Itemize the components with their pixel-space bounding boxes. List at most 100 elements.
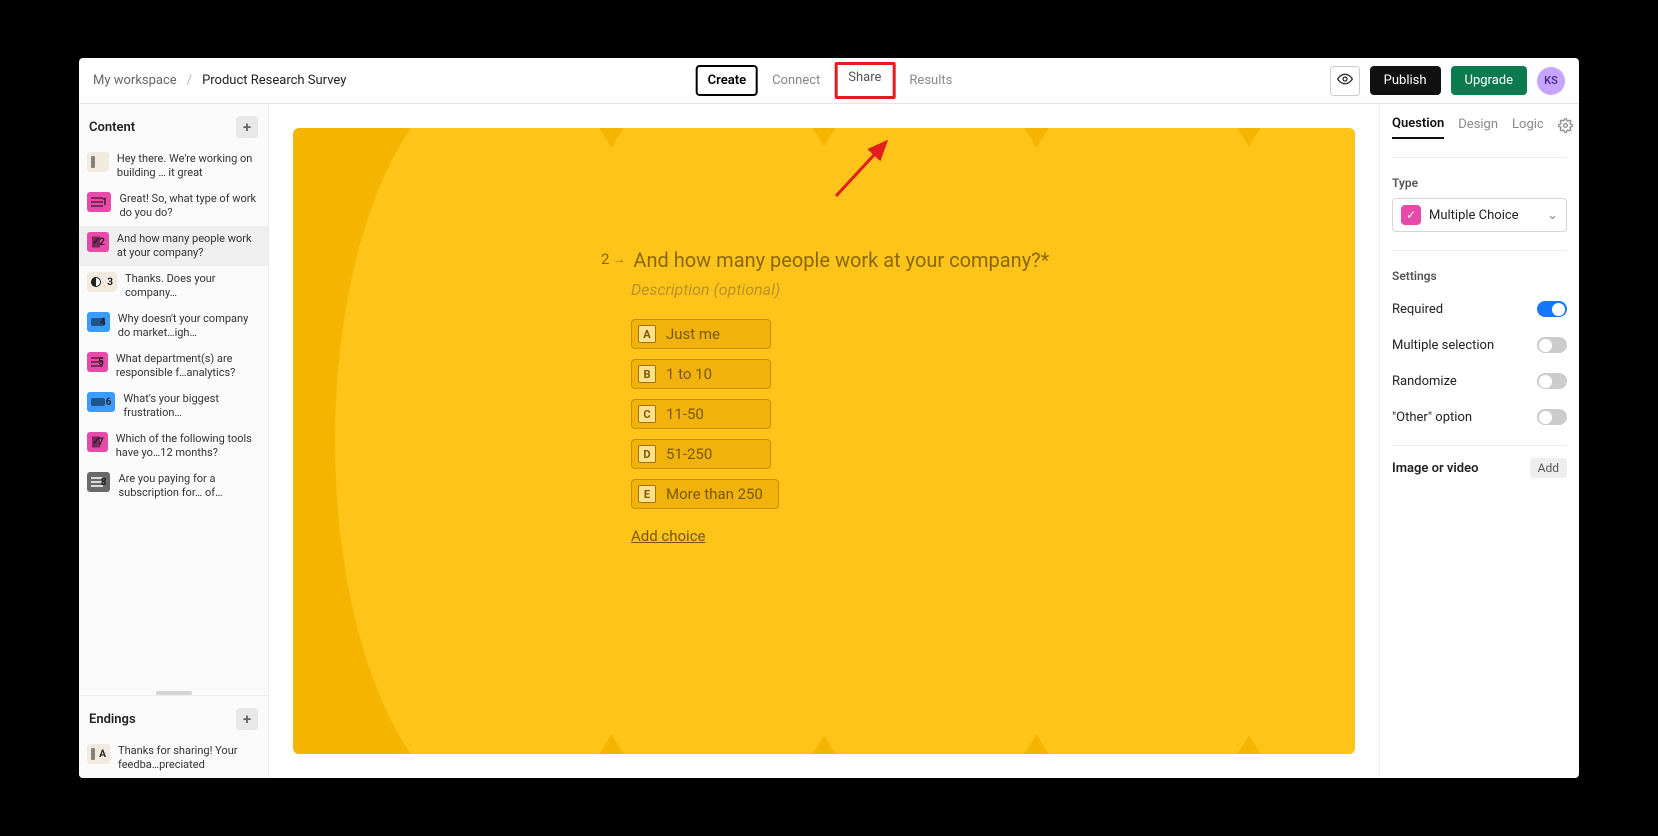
sidebar-item[interactable]: 3 Thanks. Does your company…: [79, 266, 268, 306]
sidebar-item-label: Thanks for sharing! Your feedba…preciate…: [118, 744, 260, 772]
sidebar-endings-label: Endings: [89, 712, 136, 727]
tab-results[interactable]: Results: [899, 67, 962, 94]
tab-create[interactable]: Create: [696, 65, 758, 96]
top-bar: My workspace / Product Research Survey C…: [79, 58, 1579, 104]
setting-required: Required: [1392, 291, 1567, 327]
toggle-required[interactable]: [1537, 301, 1567, 317]
top-right: Publish Upgrade KS: [1330, 66, 1565, 96]
sidebar-item-label: And how many people work at your company…: [117, 232, 260, 260]
choice-item[interactable]: B 1 to 10: [631, 359, 771, 389]
sidebar-item-label: Hey there. We're working on building … i…: [117, 152, 260, 180]
yes-no-icon: 3: [87, 272, 117, 292]
choice-item[interactable]: E More than 250: [631, 479, 779, 509]
arrow-right-icon: →: [613, 252, 625, 266]
main-tabs: Create Connect Share Results: [696, 62, 963, 99]
form-canvas: 2 → And how many people work at your com…: [293, 128, 1355, 754]
rtab-design[interactable]: Design: [1458, 117, 1498, 138]
welcome-screen-icon: [87, 152, 109, 172]
choice-item[interactable]: A Just me: [631, 319, 771, 349]
right-panel: Question Design Logic Type ✓ Multiple Ch…: [1379, 104, 1579, 778]
add-media-button[interactable]: Add: [1530, 458, 1567, 478]
choice-label: Just me: [666, 325, 720, 343]
sidebar-item-label: Great! So, what type of work do you do?: [119, 192, 260, 220]
multiple-choice-icon: 2: [87, 232, 109, 252]
breadcrumb: My workspace / Product Research Survey: [93, 73, 346, 88]
sidebar-item[interactable]: 8 Are you paying for a subscription for……: [79, 466, 268, 506]
gear-icon[interactable]: [1558, 118, 1573, 137]
choice-item[interactable]: D 51-250: [631, 439, 771, 469]
choice-key: A: [638, 325, 656, 343]
choice-label: 11-50: [666, 405, 704, 423]
question-title-input[interactable]: And how many people work at your company…: [633, 248, 1049, 272]
sidebar-item[interactable]: 2 And how many people work at your compa…: [79, 226, 268, 266]
sidebar-item-label: What's your biggest frustration…: [123, 392, 260, 420]
settings-section-label: Settings: [1392, 269, 1567, 283]
sidebar-item-label: Which of the following tools have yo…12 …: [116, 432, 260, 460]
sidebar-ending-item[interactable]: A Thanks for sharing! Your feedba…precia…: [79, 738, 268, 778]
setting-randomize: Randomize: [1392, 363, 1567, 399]
sidebar-item[interactable]: 1 Great! So, what type of work do you do…: [79, 186, 268, 226]
add-ending-button[interactable]: +: [236, 708, 258, 730]
sidebar-item-label: Thanks. Does your company…: [125, 272, 260, 300]
sidebar-item[interactable]: 5 What department(s) are responsible f…a…: [79, 346, 268, 386]
multiple-choice-icon: 7: [87, 432, 108, 452]
add-choice-button[interactable]: Add choice: [631, 527, 1049, 545]
setting-other: "Other" option: [1392, 399, 1567, 435]
media-label: Image or video: [1392, 461, 1478, 476]
rtab-question[interactable]: Question: [1392, 116, 1444, 139]
choice-label: 1 to 10: [666, 365, 712, 383]
chevron-down-icon: ⌄: [1547, 208, 1558, 223]
question-description-input[interactable]: Description (optional): [631, 280, 1049, 299]
breadcrumb-workspace[interactable]: My workspace: [93, 73, 177, 88]
main-layout: Content + Hey there. We're working on bu…: [79, 104, 1579, 778]
media-section: Image or video Add: [1392, 458, 1567, 478]
choice-key: B: [638, 365, 656, 383]
setting-multiple: Multiple selection: [1392, 327, 1567, 363]
sidebar-item[interactable]: Hey there. We're working on building … i…: [79, 146, 268, 186]
choice-key: E: [638, 485, 656, 503]
toggle-other-option[interactable]: [1537, 409, 1567, 425]
sidebar-item[interactable]: 6 What's your biggest frustration…: [79, 386, 268, 426]
toggle-multiple-selection[interactable]: [1537, 337, 1567, 353]
add-question-button[interactable]: +: [236, 116, 258, 138]
breadcrumb-current[interactable]: Product Research Survey: [202, 73, 346, 88]
sidebar-endings: Endings + A Thanks for sharing! Your fee…: [79, 695, 268, 778]
choice-label: 51-250: [666, 445, 712, 463]
statement-icon: 8: [87, 472, 110, 492]
question-number: 2 →: [601, 250, 625, 268]
sidebar-content-header: Content +: [79, 104, 268, 146]
sidebar-item[interactable]: 4 Why doesn't your company do market…igh…: [79, 306, 268, 346]
choice-key: D: [638, 445, 656, 463]
choices-list: A Just me B 1 to 10 C 11-50 D: [631, 319, 1049, 509]
sidebar: Content + Hey there. We're working on bu…: [79, 104, 269, 778]
preview-button[interactable]: [1330, 66, 1360, 96]
long-text-icon: 4: [87, 312, 110, 332]
ending-icon: A: [87, 744, 110, 764]
sidebar-item-label: Are you paying for a subscription for… o…: [118, 472, 260, 500]
rtab-logic[interactable]: Logic: [1512, 117, 1544, 138]
sidebar-endings-header: Endings +: [79, 696, 268, 738]
multiple-choice-icon: 1: [87, 192, 111, 212]
tab-share[interactable]: Share: [834, 62, 895, 99]
check-icon: ✓: [1401, 205, 1421, 225]
long-text-icon: 6: [87, 392, 115, 412]
sidebar-content-label: Content: [89, 120, 135, 135]
choice-label: More than 250: [666, 485, 763, 503]
question-type-select[interactable]: ✓ Multiple Choice ⌄: [1392, 198, 1567, 232]
type-section-label: Type: [1392, 176, 1567, 190]
publish-button[interactable]: Publish: [1370, 66, 1441, 95]
breadcrumb-sep: /: [187, 73, 192, 88]
question-block: 2 → And how many people work at your com…: [601, 248, 1049, 545]
choice-item[interactable]: C 11-50: [631, 399, 771, 429]
sidebar-list: Hey there. We're working on building … i…: [79, 146, 268, 687]
choice-key: C: [638, 405, 656, 423]
toggle-randomize[interactable]: [1537, 373, 1567, 389]
multiple-choice-icon: 5: [87, 352, 108, 372]
sidebar-item[interactable]: 7 Which of the following tools have yo…1…: [79, 426, 268, 466]
eye-icon: [1337, 71, 1353, 91]
upgrade-button[interactable]: Upgrade: [1451, 66, 1527, 95]
tab-connect[interactable]: Connect: [762, 67, 830, 94]
right-tabs: Question Design Logic: [1392, 116, 1567, 147]
sidebar-item-label: What department(s) are responsible f…ana…: [116, 352, 260, 380]
avatar[interactable]: KS: [1537, 67, 1565, 95]
